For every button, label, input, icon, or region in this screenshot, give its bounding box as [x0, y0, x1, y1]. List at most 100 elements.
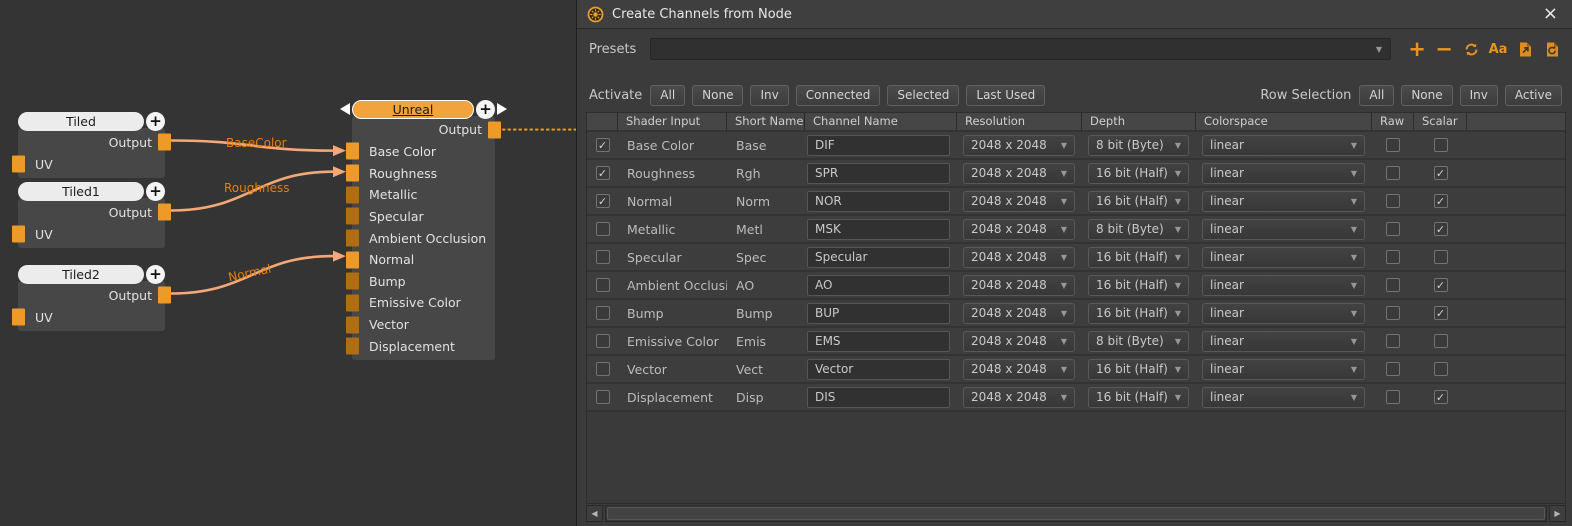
channel-name-input[interactable]: NOR: [807, 191, 950, 212]
depth-dropdown[interactable]: 16 bit (Half)▼: [1088, 303, 1189, 324]
node-add-button[interactable]: +: [146, 265, 165, 284]
resolution-dropdown[interactable]: 2048 x 2048▼: [963, 219, 1075, 240]
raw-checkbox[interactable]: [1386, 222, 1400, 236]
scalar-checkbox[interactable]: ✓: [1434, 390, 1448, 404]
scalar-checkbox[interactable]: [1434, 138, 1448, 152]
active-checkbox[interactable]: [596, 334, 610, 348]
row-selection-active-button[interactable]: Active: [1505, 85, 1562, 106]
colorspace-dropdown[interactable]: linear▼: [1202, 275, 1365, 296]
channel-name-input[interactable]: DIF: [807, 135, 950, 156]
input-port-uv[interactable]: [12, 226, 25, 243]
depth-dropdown[interactable]: 8 bit (Byte)▼: [1088, 331, 1189, 352]
channel-name-input[interactable]: AO: [807, 275, 950, 296]
resolution-dropdown[interactable]: 2048 x 2048▼: [963, 275, 1075, 296]
node-add-button[interactable]: +: [476, 100, 495, 119]
channel-name-input[interactable]: EMS: [807, 331, 950, 352]
colorspace-dropdown[interactable]: linear▼: [1202, 191, 1365, 212]
activate-connected-button[interactable]: Connected: [796, 85, 881, 106]
presets-dropdown[interactable]: ▼: [650, 38, 1391, 60]
colorspace-dropdown[interactable]: linear▼: [1202, 135, 1365, 156]
depth-dropdown[interactable]: 16 bit (Half)▼: [1088, 163, 1189, 184]
colorspace-dropdown[interactable]: linear▼: [1202, 303, 1365, 324]
resolution-dropdown[interactable]: 2048 x 2048▼: [963, 163, 1075, 184]
colorspace-dropdown[interactable]: linear▼: [1202, 387, 1365, 408]
remove-preset-icon[interactable]: −: [1432, 38, 1456, 60]
active-checkbox[interactable]: [596, 222, 610, 236]
node-add-button[interactable]: +: [146, 112, 165, 131]
channel-name-input[interactable]: SPR: [807, 163, 950, 184]
raw-checkbox[interactable]: [1386, 306, 1400, 320]
graph-node-unreal[interactable]: Unreal+OutputBase ColorRoughnessMetallic…: [352, 100, 495, 360]
input-port-uv[interactable]: [12, 309, 25, 326]
activate-inv-button[interactable]: Inv: [750, 85, 788, 106]
depth-dropdown[interactable]: 16 bit (Half)▼: [1088, 275, 1189, 296]
scalar-checkbox[interactable]: ✓: [1434, 278, 1448, 292]
colorspace-dropdown[interactable]: linear▼: [1202, 219, 1365, 240]
scalar-checkbox[interactable]: ✓: [1434, 166, 1448, 180]
depth-dropdown[interactable]: 16 bit (Half)▼: [1088, 191, 1189, 212]
colorspace-dropdown[interactable]: linear▼: [1202, 331, 1365, 352]
node-title[interactable]: Tiled1: [18, 182, 144, 201]
raw-checkbox[interactable]: [1386, 250, 1400, 264]
input-port-uv[interactable]: [12, 156, 25, 173]
graph-node-tiled[interactable]: Tiled+OutputUV: [18, 112, 165, 178]
input-port-base-color[interactable]: [346, 143, 359, 160]
node-add-button[interactable]: +: [146, 182, 165, 201]
depth-dropdown[interactable]: 8 bit (Byte)▼: [1088, 135, 1189, 156]
export-preset-icon[interactable]: [1513, 38, 1537, 60]
raw-checkbox[interactable]: [1386, 390, 1400, 404]
activate-all-button[interactable]: All: [650, 85, 685, 106]
input-port-vector[interactable]: [346, 316, 359, 333]
node-title[interactable]: Unreal: [352, 100, 474, 119]
rename-preset-icon[interactable]: Aa: [1486, 38, 1510, 60]
node-graph-panel[interactable]: Tiled+OutputUVTiled1+OutputUVTiled2+Outp…: [0, 0, 576, 526]
channel-name-input[interactable]: DIS: [807, 387, 950, 408]
colorspace-dropdown[interactable]: linear▼: [1202, 359, 1365, 380]
output-port[interactable]: [488, 121, 501, 138]
input-port-specular[interactable]: [346, 208, 359, 225]
scalar-checkbox[interactable]: ✓: [1434, 222, 1448, 236]
channel-name-input[interactable]: BUP: [807, 303, 950, 324]
resolution-dropdown[interactable]: 2048 x 2048▼: [963, 191, 1075, 212]
input-port-roughness[interactable]: [346, 165, 359, 182]
refresh-presets-icon[interactable]: [1459, 38, 1483, 60]
scrollbar-thumb[interactable]: [607, 507, 1545, 520]
active-checkbox[interactable]: [596, 278, 610, 292]
node-title[interactable]: Tiled2: [18, 265, 144, 284]
depth-dropdown[interactable]: 16 bit (Half)▼: [1088, 247, 1189, 268]
row-selection-all-button[interactable]: All: [1359, 85, 1394, 106]
output-port[interactable]: [158, 204, 171, 221]
active-checkbox[interactable]: ✓: [596, 138, 610, 152]
input-port-displacement[interactable]: [346, 338, 359, 355]
active-checkbox[interactable]: [596, 306, 610, 320]
resolution-dropdown[interactable]: 2048 x 2048▼: [963, 387, 1075, 408]
channel-name-input[interactable]: Specular: [807, 247, 950, 268]
channel-name-input[interactable]: Vector: [807, 359, 950, 380]
output-port[interactable]: [158, 287, 171, 304]
active-checkbox[interactable]: [596, 390, 610, 404]
activate-last-used-button[interactable]: Last Used: [966, 85, 1045, 106]
raw-checkbox[interactable]: [1386, 334, 1400, 348]
input-port-emissive-color[interactable]: [346, 294, 359, 311]
input-port-ambient-occlusion[interactable]: [346, 230, 359, 247]
raw-checkbox[interactable]: [1386, 362, 1400, 376]
active-checkbox[interactable]: [596, 362, 610, 376]
colorspace-dropdown[interactable]: linear▼: [1202, 163, 1365, 184]
raw-checkbox[interactable]: [1386, 166, 1400, 180]
resolution-dropdown[interactable]: 2048 x 2048▼: [963, 359, 1075, 380]
active-checkbox[interactable]: [596, 250, 610, 264]
active-checkbox[interactable]: ✓: [596, 194, 610, 208]
active-checkbox[interactable]: ✓: [596, 166, 610, 180]
depth-dropdown[interactable]: 16 bit (Half)▼: [1088, 359, 1189, 380]
scalar-checkbox[interactable]: [1434, 362, 1448, 376]
resolution-dropdown[interactable]: 2048 x 2048▼: [963, 247, 1075, 268]
import-preset-icon[interactable]: [1540, 38, 1564, 60]
colorspace-dropdown[interactable]: linear▼: [1202, 247, 1365, 268]
input-port-bump[interactable]: [346, 273, 359, 290]
scalar-checkbox[interactable]: [1434, 334, 1448, 348]
row-selection-inv-button[interactable]: Inv: [1460, 85, 1498, 106]
scroll-left-button[interactable]: ◀: [586, 505, 603, 522]
scrollbar-track[interactable]: [605, 505, 1547, 522]
row-selection-none-button[interactable]: None: [1401, 85, 1452, 106]
add-preset-icon[interactable]: +: [1405, 38, 1429, 60]
